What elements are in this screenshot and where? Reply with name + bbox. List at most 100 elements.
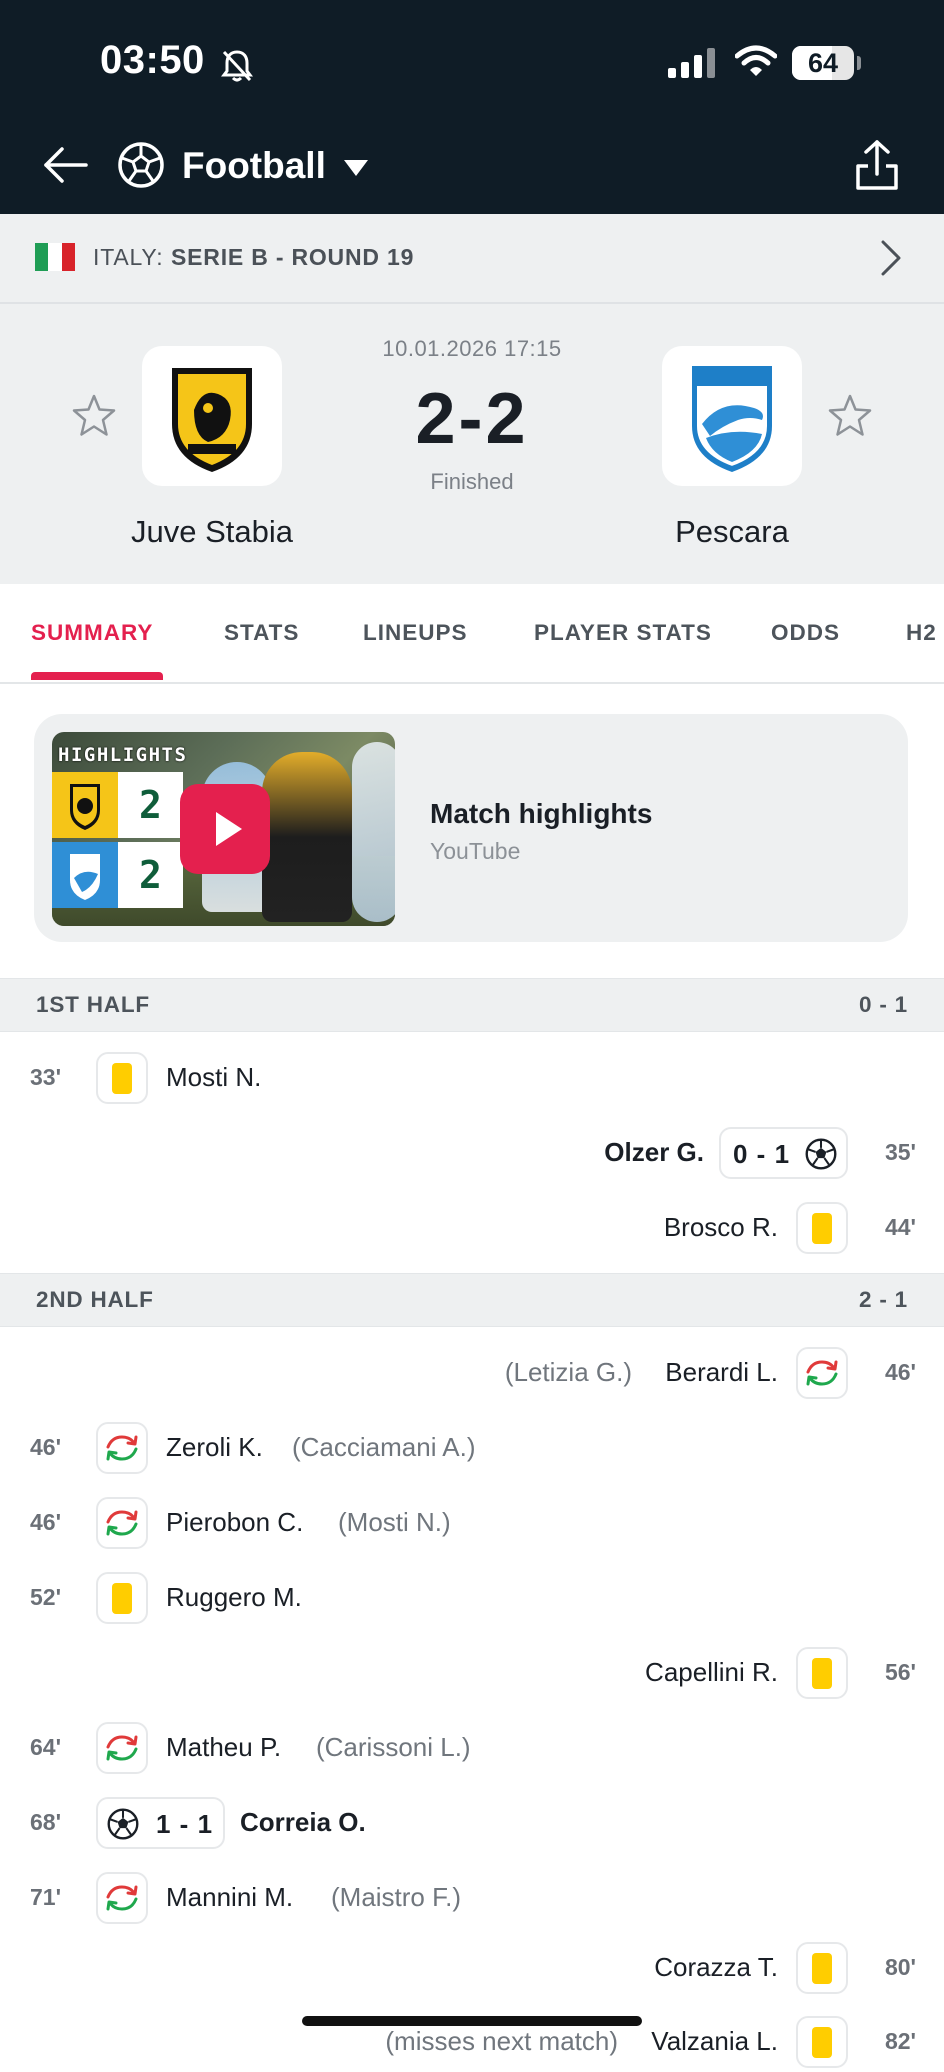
incident-player[interactable]: Olzer G. xyxy=(604,1137,704,1168)
incident-minute: 46' xyxy=(30,1434,62,1460)
section-score: 2 - 1 xyxy=(858,1287,908,1312)
yellow-card-icon xyxy=(796,1647,848,1699)
yellow-card-icon xyxy=(796,2016,848,2068)
home-team-name[interactable]: Juve Stabia xyxy=(82,514,342,550)
highlights-title[interactable]: Match highlights xyxy=(430,798,652,830)
caret-down-icon[interactable] xyxy=(342,158,370,178)
incident-minute: 56' xyxy=(884,1659,916,1685)
incident-row[interactable]: 46' Pierobon C. (Mosti N.) xyxy=(0,1493,944,1553)
tab-summary[interactable]: SUMMARY xyxy=(31,620,153,646)
highlights-thumb-label: HIGHLIGHTS xyxy=(58,744,188,766)
incident-player[interactable]: Berardi L. xyxy=(665,1357,778,1388)
highlights-thumbnail[interactable]: HIGHLIGHTS 2 2 xyxy=(52,732,395,926)
incident-minute: 52' xyxy=(30,1584,62,1610)
incident-row[interactable]: 35' 0 - 1 Olzer G. xyxy=(0,1123,944,1183)
highlights-source: YouTube xyxy=(430,838,521,864)
favorite-home-star-icon[interactable] xyxy=(70,392,118,440)
match-tabs: SUMMARY STATS LINEUPS PLAYER STATS ODDS … xyxy=(0,584,944,684)
incident-row[interactable]: 52' Ruggero M. xyxy=(0,1568,944,1628)
incident-sub-player[interactable]: (Carissoni L.) xyxy=(316,1732,471,1763)
thumbnail-home-row: 2 xyxy=(52,772,183,838)
pescara-crest-icon xyxy=(692,366,772,472)
bell-muted-icon xyxy=(221,50,253,82)
app-header: 03:50 64 Football xyxy=(0,0,944,214)
home-team-logo[interactable] xyxy=(142,346,282,486)
thumb-home-score: 2 xyxy=(118,772,183,838)
substitution-icon xyxy=(96,1422,148,1474)
tab-h2h[interactable]: H2 xyxy=(906,620,937,646)
substitution-icon xyxy=(796,1347,848,1399)
incident-row[interactable]: 46' Zeroli K. (Cacciamani A.) xyxy=(0,1418,944,1478)
incident-minute: 64' xyxy=(30,1734,62,1760)
match-score: 2-2 xyxy=(415,379,529,459)
sport-selector-label[interactable]: Football xyxy=(182,145,326,187)
thumb-home-crest-icon xyxy=(52,772,118,838)
thumbnail-player xyxy=(352,742,395,922)
incident-minute: 46' xyxy=(30,1509,62,1535)
tab-odds[interactable]: ODDS xyxy=(771,620,840,646)
incident-row[interactable]: 71' Mannini M. (Maistro F.) xyxy=(0,1868,944,1928)
competition-name: SERIE B - ROUND 19 xyxy=(171,244,415,270)
section-name: 2ND HALF xyxy=(36,1287,154,1312)
incident-sub-player[interactable]: (Maistro F.) xyxy=(331,1882,461,1913)
section-second-half: 2ND HALF 2 - 1 xyxy=(0,1273,944,1327)
goal-ball-icon xyxy=(805,1138,837,1170)
incident-sub-player[interactable]: (Cacciamani A.) xyxy=(292,1432,476,1463)
substitution-icon xyxy=(96,1722,148,1774)
tab-lineups[interactable]: LINEUPS xyxy=(363,620,468,646)
competition-bar[interactable]: ITALY: SERIE B - ROUND 19 xyxy=(0,214,944,304)
incident-player[interactable]: Zeroli K. xyxy=(166,1432,263,1463)
share-icon[interactable] xyxy=(852,138,902,192)
incident-row[interactable]: 64' Matheu P. (Carissoni L.) xyxy=(0,1718,944,1778)
match-status: Finished xyxy=(430,469,514,494)
back-arrow-icon[interactable] xyxy=(40,140,90,190)
thumb-away-score: 2 xyxy=(118,842,183,908)
chevron-right-icon[interactable] xyxy=(878,238,904,278)
incident-minute: 33' xyxy=(30,1064,62,1090)
substitution-icon xyxy=(96,1497,148,1549)
incident-player[interactable]: Pierobon C. xyxy=(166,1507,303,1538)
yellow-card-icon xyxy=(96,1572,148,1624)
incident-sub-player[interactable]: (Mosti N.) xyxy=(338,1507,451,1538)
goal-ball-icon xyxy=(107,1808,139,1840)
incident-minute: 46' xyxy=(884,1359,916,1385)
incident-row[interactable]: 56' Capellini R. xyxy=(0,1643,944,1703)
juve-stabia-crest-icon xyxy=(172,368,252,472)
incident-row[interactable]: 80' Corazza T. xyxy=(0,1938,944,1998)
incident-player[interactable]: Valzania L. xyxy=(651,2026,778,2057)
incident-row[interactable]: 33' Mosti N. xyxy=(0,1048,944,1108)
incident-sub-note: (misses next match) xyxy=(385,2026,618,2056)
incident-minute: 71' xyxy=(30,1884,62,1910)
italy-flag-icon xyxy=(35,243,75,271)
play-icon[interactable] xyxy=(180,784,270,874)
active-tab-indicator xyxy=(31,672,163,680)
thumbnail-player xyxy=(262,752,352,922)
favorite-away-star-icon[interactable] xyxy=(826,392,874,440)
incident-player[interactable]: Mannini M. xyxy=(166,1882,293,1913)
football-icon[interactable] xyxy=(116,140,166,190)
home-indicator[interactable] xyxy=(302,2016,642,2026)
incident-player[interactable]: Corazza T. xyxy=(654,1952,778,1983)
incident-sub-player[interactable]: (Letizia G.) xyxy=(505,1357,632,1388)
tab-stats[interactable]: STATS xyxy=(224,620,299,646)
incident-minute: 82' xyxy=(884,2028,916,2054)
competition-country: ITALY: xyxy=(93,244,164,270)
thumbnail-away-row: 2 xyxy=(52,842,183,908)
match-datetime: 10.01.2026 17:15 xyxy=(382,336,562,361)
incident-minute: 35' xyxy=(884,1139,916,1165)
away-team-name[interactable]: Pescara xyxy=(602,514,862,550)
match-header: Juve Stabia 10.01.2026 17:15 2-2 Finishe… xyxy=(0,304,944,584)
incident-player[interactable]: Mosti N. xyxy=(166,1062,261,1093)
incident-row[interactable]: 44' Brosco R. xyxy=(0,1198,944,1258)
highlights-card[interactable]: HIGHLIGHTS 2 2 Match highlights YouTube xyxy=(34,714,908,942)
incident-player[interactable]: Correia O. xyxy=(240,1807,366,1838)
incident-row[interactable]: 68' 1 - 1 Correia O. xyxy=(0,1793,944,1853)
away-team-logo[interactable] xyxy=(662,346,802,486)
incident-player[interactable]: Brosco R. xyxy=(664,1212,778,1243)
incident-player[interactable]: Capellini R. xyxy=(645,1657,778,1688)
incident-player[interactable]: Ruggero M. xyxy=(166,1582,302,1613)
incident-player[interactable]: Matheu P. xyxy=(166,1732,281,1763)
incident-minute: 68' xyxy=(30,1809,62,1835)
tab-player-stats[interactable]: PLAYER STATS xyxy=(534,620,712,646)
incident-row[interactable]: 46' Berardi L. (Letizia G.) xyxy=(0,1343,944,1403)
